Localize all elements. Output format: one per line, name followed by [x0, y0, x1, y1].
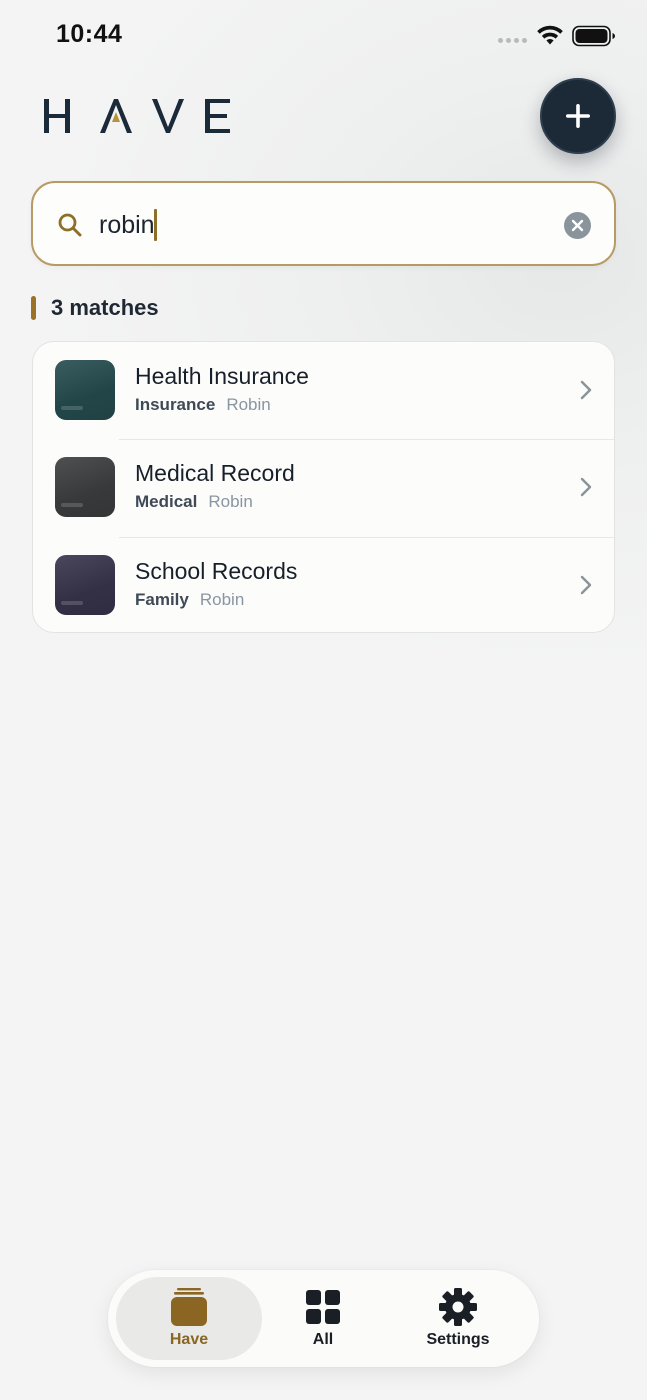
- item-owner: Robin: [199, 590, 245, 609]
- grid-icon: [306, 1290, 340, 1324]
- item-category: Family: [135, 590, 189, 609]
- chevron-right-icon: [580, 380, 592, 400]
- have-logo: [42, 92, 242, 138]
- results-list: Health Insurance Insurance Robin Medical…: [32, 341, 615, 633]
- battery-icon: [572, 25, 615, 47]
- add-button[interactable]: [540, 78, 616, 154]
- cellular-signal-icon: [498, 38, 527, 43]
- chevron-right-icon: [580, 477, 592, 497]
- item-meta: Medical Robin: [135, 492, 253, 512]
- tab-settings[interactable]: Settings: [388, 1277, 528, 1360]
- list-item-health-insurance[interactable]: Health Insurance Insurance Robin: [33, 342, 614, 439]
- search-input[interactable]: [99, 205, 539, 245]
- document-thumbnail: [55, 360, 115, 420]
- search-bar[interactable]: [31, 181, 616, 266]
- document-thumbnail: [55, 457, 115, 517]
- clear-icon: [571, 219, 584, 232]
- tab-label: All: [312, 1331, 334, 1348]
- item-title: School Records: [135, 558, 298, 584]
- gear-icon: [439, 1288, 477, 1326]
- status-time: 10:44: [56, 20, 123, 48]
- list-item-school-records[interactable]: School Records Family Robin: [33, 537, 614, 632]
- chevron-right-icon: [580, 575, 592, 595]
- document-thumbnail: [55, 555, 115, 615]
- tab-bar: Have All Settings: [108, 1270, 539, 1367]
- item-owner: Robin: [208, 492, 253, 511]
- status-bar: 10:44: [0, 0, 647, 70]
- stack-icon: [171, 1288, 207, 1326]
- text-cursor: [154, 209, 157, 241]
- item-title: Medical Record: [135, 460, 295, 486]
- item-title: Health Insurance: [135, 363, 309, 389]
- search-icon: [58, 213, 82, 237]
- list-item-medical-record[interactable]: Medical Record Medical Robin: [33, 439, 614, 536]
- tab-all[interactable]: All: [258, 1277, 388, 1360]
- item-category: Medical: [135, 492, 198, 511]
- matches-count: 3 matches: [51, 295, 159, 320]
- tab-label: Have: [169, 1331, 209, 1348]
- tab-have[interactable]: Have: [116, 1277, 262, 1360]
- plus-icon: [566, 104, 590, 128]
- tab-label: Settings: [426, 1331, 490, 1348]
- item-meta: Insurance Robin: [135, 395, 271, 415]
- logo-wordmark: [44, 99, 230, 133]
- wifi-icon: [537, 25, 563, 45]
- accent-bar: [31, 296, 36, 320]
- matches-heading: 3 matches: [31, 295, 159, 321]
- item-owner: Robin: [226, 395, 271, 414]
- item-category: Insurance: [135, 395, 216, 414]
- item-meta: Family Robin: [135, 590, 244, 610]
- clear-search-button[interactable]: [564, 212, 591, 239]
